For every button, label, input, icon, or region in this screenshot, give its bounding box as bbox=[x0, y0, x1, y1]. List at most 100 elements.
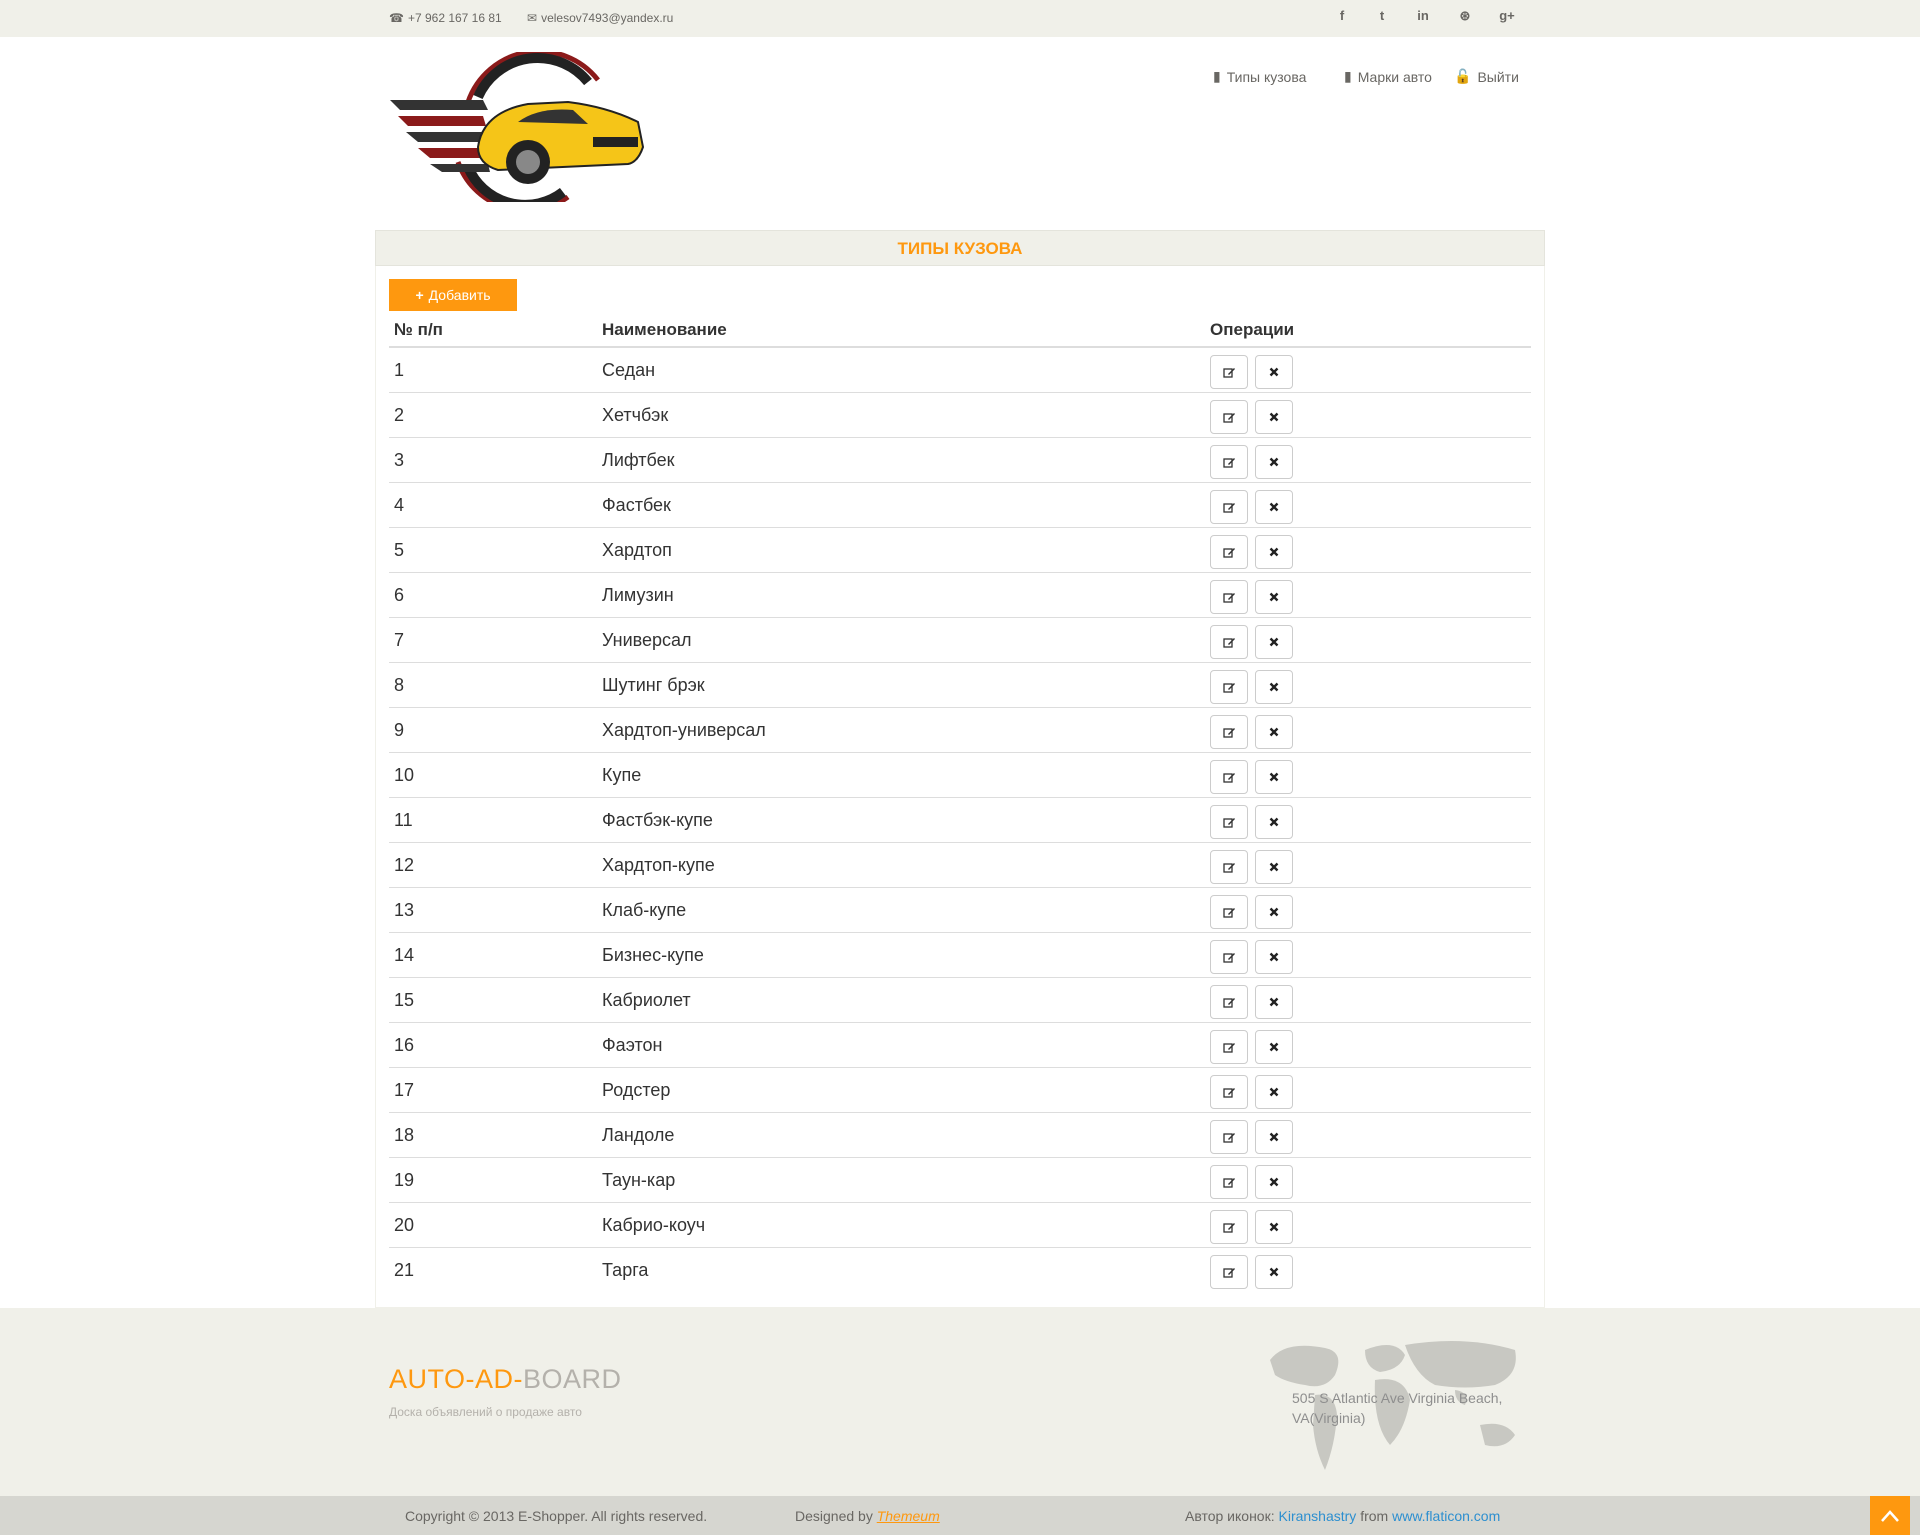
delete-button[interactable] bbox=[1255, 895, 1293, 929]
row-name: Кабриолет bbox=[602, 990, 691, 1010]
edit-icon bbox=[1222, 1087, 1235, 1098]
close-icon bbox=[1269, 817, 1279, 827]
delete-button[interactable] bbox=[1255, 760, 1293, 794]
row-number: 4 bbox=[394, 495, 405, 515]
delete-button[interactable] bbox=[1255, 670, 1293, 704]
edit-button[interactable] bbox=[1210, 355, 1248, 389]
edit-button[interactable] bbox=[1210, 985, 1248, 1019]
google-plus-icon[interactable]: g+ bbox=[1497, 8, 1517, 23]
row-number: 18 bbox=[394, 1125, 415, 1145]
row-name: Бизнес-купе bbox=[602, 945, 704, 965]
table-row: 19 Таун-кар bbox=[389, 1158, 1531, 1203]
table-row: 21 Тарга bbox=[389, 1248, 1531, 1293]
close-icon bbox=[1269, 592, 1279, 602]
delete-button[interactable] bbox=[1255, 1255, 1293, 1289]
delete-button[interactable] bbox=[1255, 1210, 1293, 1244]
header-number: № п/п bbox=[394, 320, 443, 339]
delete-button[interactable] bbox=[1255, 1075, 1293, 1109]
edit-button[interactable] bbox=[1210, 580, 1248, 614]
edit-button[interactable] bbox=[1210, 895, 1248, 929]
add-button[interactable]: + Добавить bbox=[389, 279, 517, 311]
edit-button[interactable] bbox=[1210, 1165, 1248, 1199]
delete-button[interactable] bbox=[1255, 850, 1293, 884]
delete-button[interactable] bbox=[1255, 1165, 1293, 1199]
icons-credit: Автор иконок: Kiranshastry from www.flat… bbox=[1185, 1508, 1500, 1524]
delete-button[interactable] bbox=[1255, 985, 1293, 1019]
table-row: 8 Шутинг брэк bbox=[389, 663, 1531, 708]
delete-button[interactable] bbox=[1255, 355, 1293, 389]
edit-button[interactable] bbox=[1210, 760, 1248, 794]
header-name: Наименование bbox=[602, 320, 727, 339]
table-row: 2 Хетчбэк bbox=[389, 393, 1531, 438]
bottom-bar: Copyright © 2013 E-Shopper. All rights r… bbox=[0, 1496, 1920, 1535]
edit-button[interactable] bbox=[1210, 1210, 1248, 1244]
nav-label: Выйти bbox=[1477, 68, 1519, 85]
edit-button[interactable] bbox=[1210, 400, 1248, 434]
designer-link[interactable]: Themeum bbox=[877, 1508, 940, 1524]
delete-button[interactable] bbox=[1255, 1120, 1293, 1154]
delete-button[interactable] bbox=[1255, 400, 1293, 434]
row-number: 2 bbox=[394, 405, 405, 425]
delete-button[interactable] bbox=[1255, 625, 1293, 659]
site-logo[interactable] bbox=[388, 52, 648, 202]
phone-contact[interactable]: ☎ +7 962 167 16 81 bbox=[389, 11, 502, 25]
edit-button[interactable] bbox=[1210, 445, 1248, 479]
edit-button[interactable] bbox=[1210, 625, 1248, 659]
row-name: Хетчбэк bbox=[602, 405, 669, 425]
edit-button[interactable] bbox=[1210, 805, 1248, 839]
edit-button[interactable] bbox=[1210, 1075, 1248, 1109]
nav-body-types[interactable]: ▮ Типы кузова bbox=[1213, 68, 1306, 85]
email-contact[interactable]: ✉ velesov7493@yandex.ru bbox=[527, 11, 673, 25]
icons-author-link[interactable]: Kiranshastry bbox=[1279, 1508, 1357, 1524]
close-icon bbox=[1269, 637, 1279, 647]
edit-button[interactable] bbox=[1210, 670, 1248, 704]
edit-button[interactable] bbox=[1210, 850, 1248, 884]
delete-button[interactable] bbox=[1255, 490, 1293, 524]
plus-icon: + bbox=[415, 287, 424, 303]
delete-button[interactable] bbox=[1255, 805, 1293, 839]
delete-button[interactable] bbox=[1255, 715, 1293, 749]
facebook-icon[interactable]: f bbox=[1332, 8, 1352, 23]
delete-button[interactable] bbox=[1255, 940, 1293, 974]
row-name: Таун-кар bbox=[602, 1170, 676, 1190]
nav-logout[interactable]: 🔓 Выйти bbox=[1454, 68, 1519, 85]
edit-button[interactable] bbox=[1210, 535, 1248, 569]
row-name: Лифтбек bbox=[602, 450, 675, 470]
close-icon bbox=[1269, 502, 1279, 512]
footer-brand: AUTO-AD-BOARD bbox=[389, 1364, 622, 1395]
delete-button[interactable] bbox=[1255, 535, 1293, 569]
edit-icon bbox=[1222, 502, 1235, 513]
edit-icon bbox=[1222, 457, 1235, 468]
linkedin-icon[interactable]: in bbox=[1413, 8, 1433, 23]
delete-button[interactable] bbox=[1255, 445, 1293, 479]
edit-button[interactable] bbox=[1210, 490, 1248, 524]
twitter-icon[interactable]: t bbox=[1372, 8, 1392, 23]
delete-button[interactable] bbox=[1255, 1030, 1293, 1064]
row-number: 20 bbox=[394, 1215, 415, 1235]
table-row: 14 Бизнес-купе bbox=[389, 933, 1531, 978]
edit-icon bbox=[1222, 637, 1235, 648]
edit-button[interactable] bbox=[1210, 1120, 1248, 1154]
footer bbox=[0, 1308, 1920, 1496]
flaticon-link[interactable]: www.flaticon.com bbox=[1392, 1508, 1500, 1524]
designed-by-label: Designed by bbox=[795, 1508, 873, 1524]
nav-car-brands[interactable]: ▮ Марки авто bbox=[1344, 68, 1432, 85]
table-row: 10 Купе bbox=[389, 753, 1531, 798]
row-name: Фаэтон bbox=[602, 1035, 663, 1055]
dribbble-icon[interactable]: ⊛ bbox=[1455, 8, 1475, 24]
phone-icon: ☎ bbox=[389, 11, 404, 25]
close-icon bbox=[1269, 772, 1279, 782]
edit-button[interactable] bbox=[1210, 715, 1248, 749]
nav-label: Марки авто bbox=[1357, 68, 1432, 85]
footer-address: 505 S Atlantic Ave Virginia Beach, VA(Vi… bbox=[1292, 1390, 1503, 1426]
edit-button[interactable] bbox=[1210, 940, 1248, 974]
delete-button[interactable] bbox=[1255, 580, 1293, 614]
edit-icon bbox=[1222, 952, 1235, 963]
edit-icon bbox=[1222, 412, 1235, 423]
scroll-up-button[interactable] bbox=[1870, 1496, 1910, 1535]
edit-button[interactable] bbox=[1210, 1030, 1248, 1064]
table-body: 1 Седан 2 Хетчбэк 3 Лифтбек 4 Фастбек 5 Хардтоп 6 Л… bbox=[389, 348, 1531, 1293]
edit-button[interactable] bbox=[1210, 1255, 1248, 1289]
panel-title: ТИПЫ КУЗОВА bbox=[375, 230, 1545, 266]
row-number: 3 bbox=[394, 450, 405, 470]
